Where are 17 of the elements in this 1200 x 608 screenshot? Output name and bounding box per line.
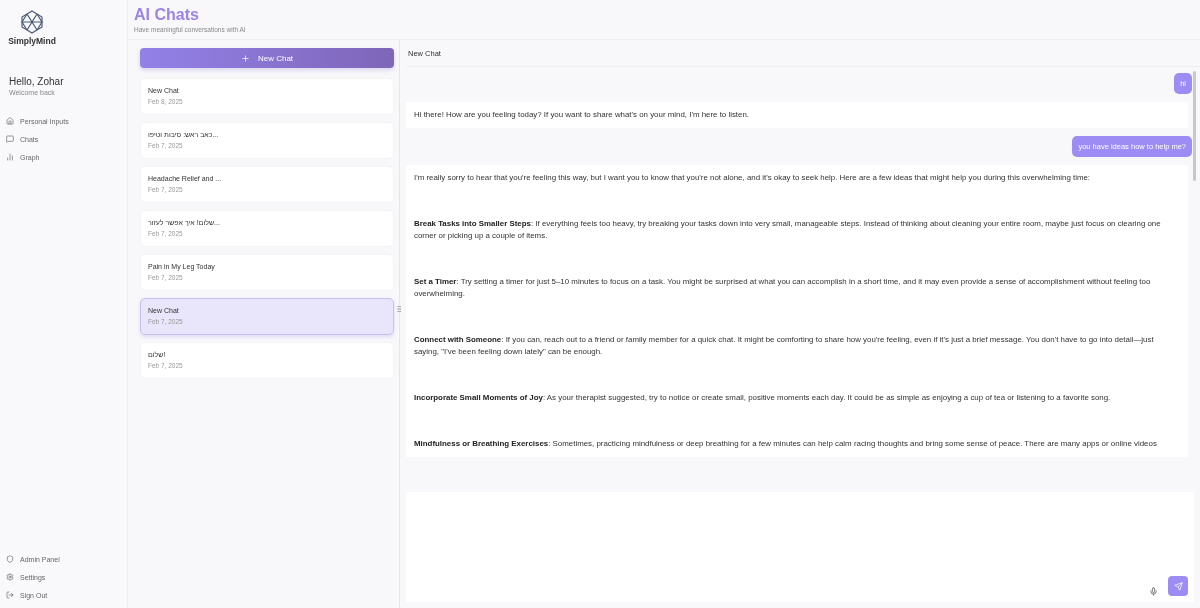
plus-icon — [240, 53, 250, 63]
logo-text: SimplyMind — [8, 36, 56, 46]
microphone-icon[interactable] — [1149, 587, 1158, 596]
greeting: Hello, Zohar — [9, 76, 65, 87]
sign-out-icon — [6, 591, 14, 599]
send-button[interactable] — [1168, 576, 1188, 596]
page-title: AI Chats — [134, 6, 200, 24]
send-icon — [1173, 581, 1183, 591]
chat-bubble-icon — [6, 135, 14, 143]
settings-icon — [6, 573, 14, 581]
resize-handle-icon[interactable] — [395, 305, 403, 313]
logo-icon — [20, 10, 44, 34]
shield-icon — [6, 555, 14, 563]
home-icon — [6, 117, 14, 125]
new-chat-button[interactable]: New Chat — [140, 48, 394, 68]
bar-chart-icon — [6, 153, 14, 161]
scrollbar[interactable] — [1193, 71, 1196, 181]
